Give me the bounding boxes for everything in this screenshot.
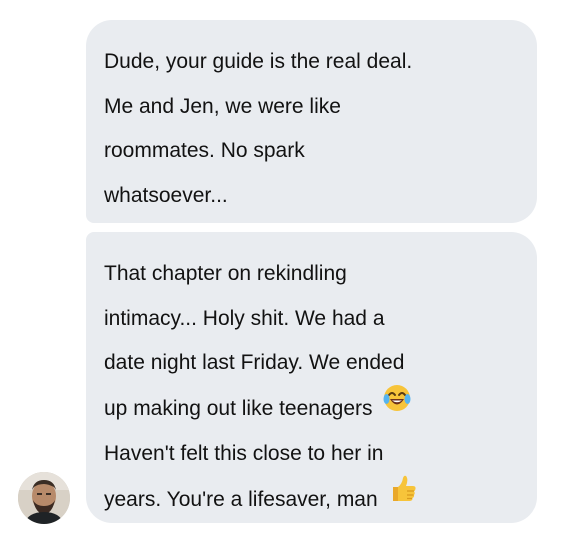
message-bubble[interactable]: That chapter on rekindling intimacy... H… [86, 232, 537, 523]
laughing-tears-emoji-icon [382, 383, 412, 430]
avatar[interactable] [18, 472, 70, 524]
message-line-with-emoji: up making out like teenagers [104, 383, 519, 433]
message-text-line: up making out like teenagers [104, 396, 373, 420]
message-text-line: Me and Jen, we were like [104, 94, 341, 118]
message-line-with-emoji: years. You're a lifesaver, man [104, 474, 519, 524]
message-text-line: intimacy... Holy shit. We had a [104, 306, 385, 330]
message-text-line: That chapter on rekindling [104, 262, 347, 285]
message-text-line: Haven't felt this close to her in [104, 442, 384, 466]
message-text-line: Dude, your guide is the real deal. [104, 50, 413, 73]
thumbs-up-emoji-icon [388, 474, 418, 521]
message-text-line: whatsoever... [104, 183, 228, 207]
message-bubble[interactable]: Dude, your guide is the real deal. Me an… [86, 20, 537, 223]
message-text-line: roommates. No spark [104, 139, 305, 163]
person-avatar-icon [18, 472, 70, 524]
message-text-line: years. You're a lifesaver, man [104, 487, 378, 511]
message-text-line: date night last Friday. We ended [104, 351, 405, 375]
